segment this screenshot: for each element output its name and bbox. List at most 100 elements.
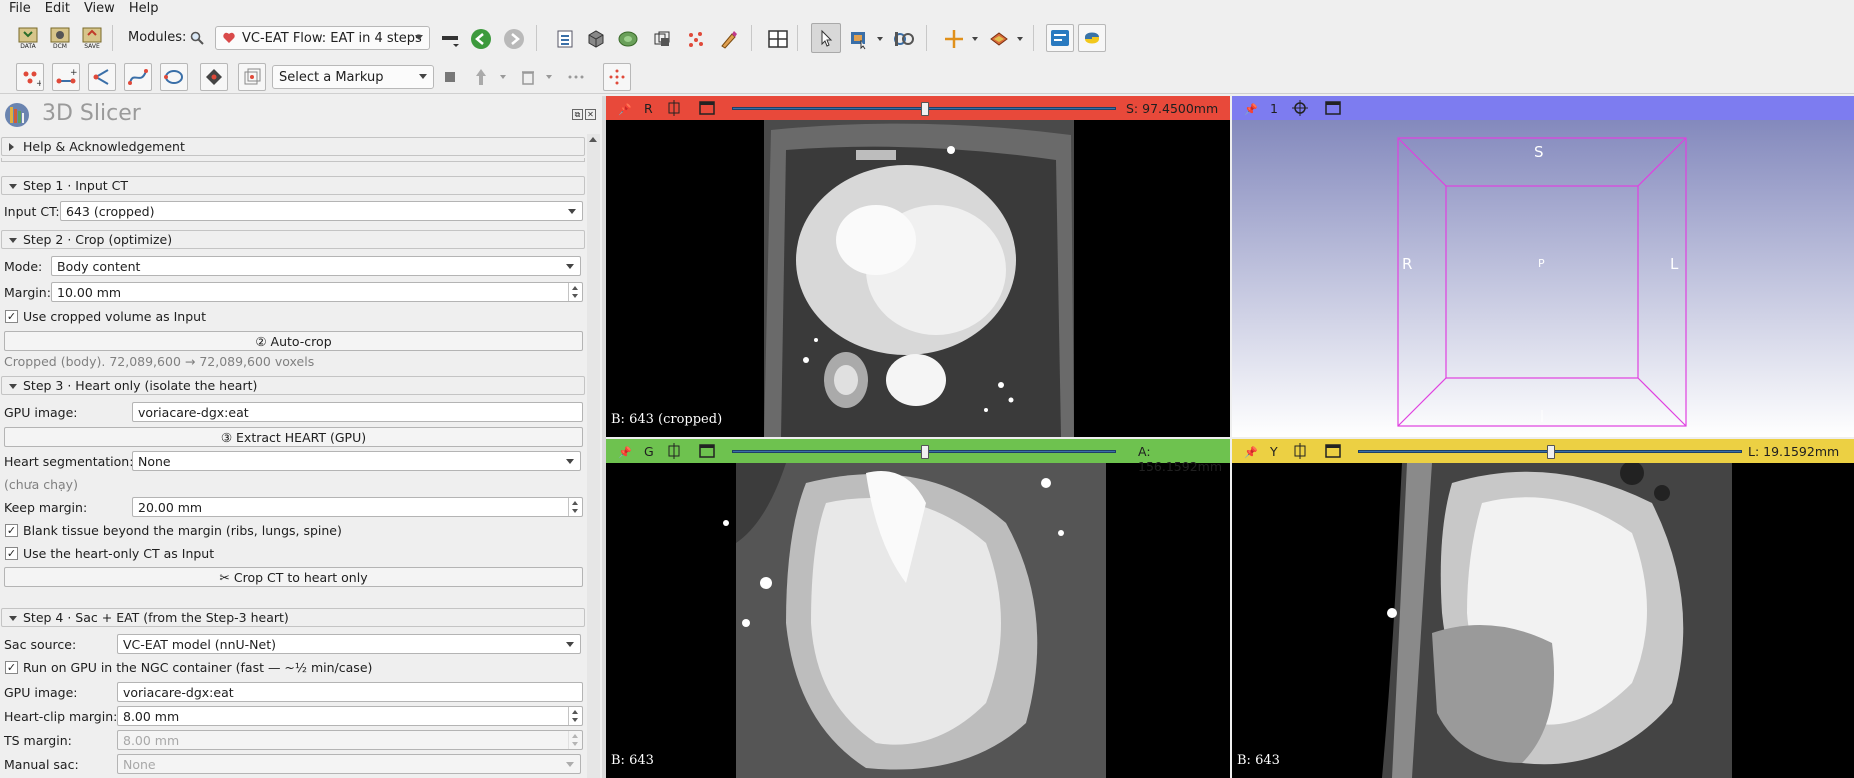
view-slab-dropdown-icon[interactable] <box>1013 25 1027 53</box>
line-markup-icon[interactable]: + <box>52 63 80 91</box>
section-help[interactable]: Help & Acknowledgement <box>1 137 585 156</box>
section-step4[interactable]: Step 4 · Sac + EAT (from the Step-3 hear… <box>1 608 585 627</box>
input-ct-select[interactable]: 643 (cropped) <box>60 201 583 221</box>
crop-heart-button[interactable]: ✂ Crop CT to heart only <box>4 567 583 587</box>
pin-icon[interactable]: 📌 <box>618 103 632 116</box>
heart-seg-select[interactable]: None <box>132 451 581 471</box>
point-list-icon[interactable]: + <box>16 63 44 91</box>
data-module-icon[interactable] <box>551 25 579 53</box>
extract-heart-button[interactable]: ③ Extract HEART (GPU) <box>4 427 583 447</box>
link-icon[interactable] <box>666 100 682 116</box>
menu-help[interactable]: Help <box>120 0 164 17</box>
gpu-image-input[interactable]: voriacare-dgx:eat <box>132 402 583 422</box>
link-icon[interactable] <box>1292 443 1308 459</box>
module-history-icon[interactable] <box>436 25 464 53</box>
pin-icon[interactable]: 📌 <box>1244 446 1258 459</box>
yellow-offset-slider[interactable] <box>1358 445 1742 459</box>
red-slice-view[interactable]: 📌 R S: 97.4500mm B: 643 (cropped) <box>606 96 1230 437</box>
ts-margin-label: TS margin: <box>4 733 72 748</box>
place-persistent-icon[interactable] <box>440 65 460 89</box>
menu-view[interactable]: View <box>75 0 120 17</box>
expand-arrow-icon <box>9 616 17 621</box>
window-level-icon[interactable] <box>845 25 873 53</box>
heart-clip-spinbox[interactable]: 8.00 mm <box>117 706 583 726</box>
segment-editor-icon[interactable] <box>715 25 743 53</box>
maximize-view-icon[interactable] <box>1325 100 1341 116</box>
place-mode-icon[interactable] <box>470 65 492 89</box>
blank-tissue-checkbox[interactable]: ✓ <box>5 524 18 537</box>
more-options-icon[interactable] <box>562 65 590 89</box>
forward-arrow-icon[interactable] <box>500 25 528 53</box>
step4-gpu-image-input[interactable]: voriacare-dgx:eat <box>117 682 583 702</box>
panel-scrollbar[interactable] <box>587 134 600 778</box>
yellow-slice-view[interactable]: 📌 Y L: 19.1592mm B: 643 <box>1232 439 1854 778</box>
crosshair-dropdown-icon[interactable] <box>968 25 982 53</box>
place-mode-dropdown-icon[interactable] <box>497 65 509 89</box>
markup-selector[interactable]: Select a Markup <box>272 65 434 89</box>
delete-dropdown-icon[interactable] <box>543 65 555 89</box>
roi-markup-icon[interactable] <box>238 63 266 91</box>
sac-source-select[interactable]: VC-EAT model (nnU-Net) <box>117 634 581 654</box>
section-step3[interactable]: Step 3 · Heart only (isolate the heart) <box>1 376 585 395</box>
pin-icon[interactable]: 📌 <box>618 446 632 459</box>
crosshair-icon[interactable] <box>940 25 968 53</box>
red-offset-slider[interactable] <box>732 102 1116 116</box>
bounding-box-cube <box>1397 137 1687 427</box>
layout-icon[interactable] <box>764 25 792 53</box>
window-level-dropdown-icon[interactable] <box>873 25 887 53</box>
load-data-icon[interactable]: DATA <box>14 24 42 52</box>
curve-markup-icon[interactable] <box>124 63 152 91</box>
sac-source-value: VC-EAT model (nnU-Net) <box>123 636 276 652</box>
section-step2[interactable]: Step 2 · Crop (optimize) <box>1 230 585 249</box>
maximize-view-icon[interactable] <box>699 443 715 459</box>
pointer-mode-icon[interactable] <box>811 23 841 53</box>
delete-markup-icon[interactable] <box>516 65 540 89</box>
markups-module-icon[interactable] <box>682 25 710 53</box>
link-icon[interactable] <box>666 443 682 459</box>
yellow-slider-thumb[interactable] <box>1547 445 1555 459</box>
green-offset-slider[interactable] <box>732 445 1116 459</box>
maximize-view-icon[interactable] <box>699 100 715 116</box>
slicer-logo-icon <box>5 103 29 127</box>
module-search-icon[interactable] <box>187 28 207 48</box>
menu-file[interactable]: File <box>0 0 36 17</box>
menu-edit[interactable]: Edit <box>36 0 75 17</box>
green-slice-view[interactable]: 📌 G A: 156.1592mm B: 643 <box>606 439 1230 778</box>
margin-spinbox[interactable]: 10.00 mm <box>51 282 583 302</box>
red-slider-thumb[interactable] <box>921 102 929 116</box>
use-cropped-checkbox[interactable]: ✓ <box>5 310 18 323</box>
volumes-module-icon[interactable] <box>582 25 610 53</box>
autocrop-button[interactable]: ② Auto-crop <box>4 331 583 351</box>
threed-view-letter: 1 <box>1270 101 1278 116</box>
manual-sac-label: Manual sac: <box>4 757 79 772</box>
green-slider-thumb[interactable] <box>921 445 929 459</box>
back-arrow-icon[interactable] <box>467 25 495 53</box>
models-module-icon[interactable] <box>614 25 642 53</box>
gpu-image-value: voriacare-dgx:eat <box>138 404 249 420</box>
python-console-icon[interactable] <box>1078 24 1106 52</box>
section-step1[interactable]: Step 1 · Input CT <box>1 176 585 195</box>
markup-options-icon[interactable] <box>603 63 631 91</box>
use-heart-checkbox[interactable]: ✓ <box>5 547 18 560</box>
threed-view[interactable]: 📌 1 S R L P <box>1232 96 1854 437</box>
angle-markup-icon[interactable] <box>88 63 116 91</box>
panel-float-icon[interactable]: ⧉ <box>572 109 583 120</box>
transforms-module-icon[interactable] <box>648 25 676 53</box>
keep-margin-spinbox[interactable]: 20.00 mm <box>132 497 583 517</box>
plane-markup-icon[interactable] <box>200 63 228 91</box>
pin-icon[interactable]: 📌 <box>1244 103 1258 116</box>
green-view-letter: G <box>644 444 654 459</box>
center-view-icon[interactable] <box>1292 100 1308 116</box>
crop-mode-select[interactable]: Body content <box>51 256 581 276</box>
panel-close-icon[interactable]: ✕ <box>585 109 596 120</box>
extension-manager-icon[interactable] <box>1046 24 1074 52</box>
closed-curve-icon[interactable] <box>160 63 188 91</box>
run-gpu-checkbox[interactable]: ✓ <box>5 661 18 674</box>
module-selector[interactable]: VC-EAT Flow: EAT in 4 steps <box>215 26 430 50</box>
crosshair-sync-icon[interactable] <box>890 25 918 53</box>
maximize-view-icon[interactable] <box>1325 443 1341 459</box>
load-dicom-icon[interactable]: DCM <box>46 24 74 52</box>
save-icon[interactable]: SAVE <box>78 24 106 52</box>
modules-label: Modules: <box>128 30 187 45</box>
view-slab-icon[interactable] <box>985 25 1013 53</box>
